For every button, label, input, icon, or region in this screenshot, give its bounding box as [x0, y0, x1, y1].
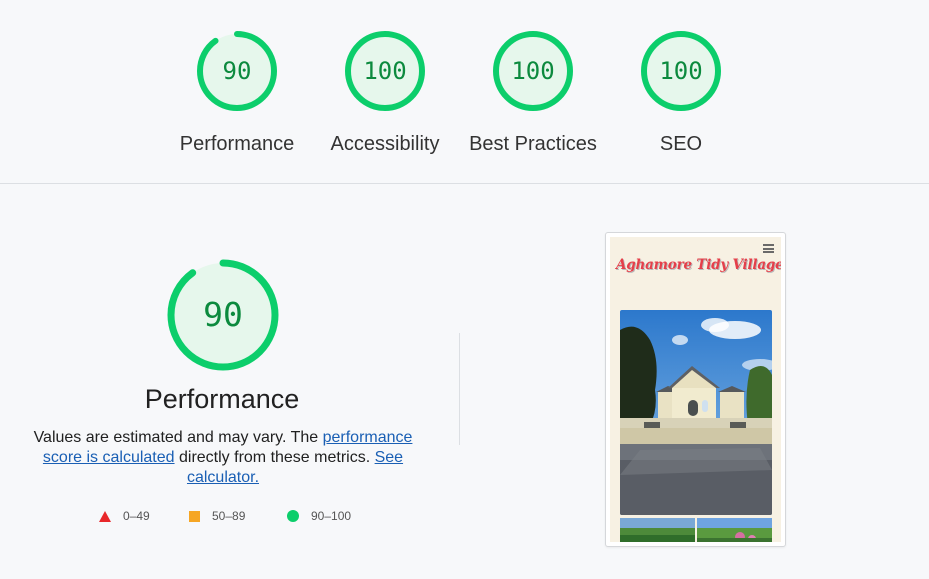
accessibility-label: Accessibility — [330, 133, 440, 155]
accessibility-summary-gauge[interactable]: 100 — [344, 30, 426, 112]
section-divider — [0, 183, 929, 184]
performance-score: 90 — [222, 57, 252, 85]
performance-summary-gauge[interactable]: 90 — [196, 30, 278, 112]
description-text: directly from these metrics. — [174, 449, 375, 466]
legend-fail: 0–49 — [99, 509, 150, 523]
best-practices-summary-gauge[interactable]: 100 — [492, 30, 574, 112]
seo-score: 100 — [659, 57, 703, 85]
final-screenshot[interactable]: Aghamore Tidy Village — [605, 232, 786, 547]
accessibility-score: 100 — [363, 57, 407, 85]
seo-label: SEO — [659, 133, 703, 155]
square-icon — [189, 510, 200, 522]
best-practices-label: Best Practices — [469, 133, 597, 155]
best-practices-score: 100 — [511, 57, 555, 85]
legend-range: 0–49 — [123, 509, 150, 523]
vertical-divider — [459, 333, 460, 445]
circle-icon — [287, 510, 299, 522]
description-text: Values are estimated and may vary. The — [33, 429, 323, 446]
legend-pass: 90–100 — [287, 509, 351, 523]
performance-main-gauge: 90 — [166, 258, 280, 372]
performance-main-score: 90 — [203, 295, 243, 334]
triangle-icon — [99, 510, 111, 522]
legend-range: 50–89 — [212, 509, 246, 523]
hamburger-menu-icon — [763, 244, 774, 253]
performance-label: Performance — [179, 133, 295, 155]
screenshot-viewport: Aghamore Tidy Village — [610, 237, 781, 542]
legend-average: 50–89 — [189, 509, 245, 523]
seo-summary-gauge[interactable]: 100 — [640, 30, 722, 112]
performance-description: Values are estimated and may vary. The p… — [27, 428, 419, 488]
site-title: Aghamore Tidy Village — [616, 257, 781, 273]
gallery-thumbnails — [620, 518, 772, 542]
church-photo — [620, 310, 772, 515]
legend-range: 90–100 — [311, 509, 352, 523]
performance-title: Performance — [144, 384, 300, 414]
